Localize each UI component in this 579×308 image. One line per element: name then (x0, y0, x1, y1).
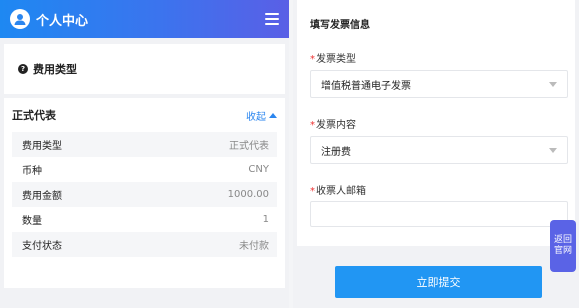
back-to-site-button[interactable]: 返回官网 (550, 220, 576, 272)
table-row: 支付状态 未付款 (12, 232, 277, 257)
recipient-email-label: *收票人邮箱 (310, 186, 366, 197)
table-row: 费用金额 1000.00 (12, 182, 277, 207)
invoice-content-label: *发票内容 (310, 120, 356, 131)
required-mark: * (310, 120, 315, 131)
menu-icon[interactable] (265, 13, 279, 25)
required-mark: * (310, 186, 315, 197)
invoice-type-value: 增值税普通电子发票 (321, 80, 411, 92)
collapse-label: 收起 (246, 111, 266, 123)
row-label: 数量 (22, 216, 42, 227)
user-avatar-icon[interactable] (10, 9, 30, 29)
invoice-content-select[interactable]: 注册费 (310, 136, 568, 164)
app-header: 个人中心 (0, 0, 289, 38)
required-mark: * (310, 54, 315, 65)
chevron-down-icon (549, 81, 557, 87)
submit-button[interactable]: 立即提交 (335, 266, 542, 298)
caret-up-icon (269, 112, 277, 118)
row-label: 费用类型 (22, 141, 62, 152)
right-panel: 填写发票信息 *发票类型 增值税普通电子发票 *发票内容 注册费 *收票人邮箱 (293, 0, 579, 308)
row-value: 1000.00 (227, 189, 269, 200)
row-label: 支付状态 (22, 241, 62, 252)
table-row: 数量 1 (12, 207, 277, 232)
page-title: 个人中心 (36, 13, 89, 29)
row-value: 正式代表 (229, 141, 269, 152)
fee-detail-card: 正式代表 收起 费用类型 正式代表 币种 CNY 费用金额 1000.00 数量… (4, 98, 285, 288)
invoice-type-select[interactable]: 增值税普通电子发票 (310, 70, 568, 98)
invoice-type-label: *发票类型 (310, 54, 356, 65)
info-icon: ? (18, 64, 28, 74)
recipient-email-input[interactable] (310, 201, 568, 227)
invoice-form-title: 填写发票信息 (310, 20, 370, 31)
table-row: 费用类型 正式代表 (12, 132, 277, 157)
detail-table: 费用类型 正式代表 币种 CNY 费用金额 1000.00 数量 1 支付状态 … (12, 132, 277, 257)
detail-title: 正式代表 (12, 109, 56, 122)
row-value: CNY (248, 164, 269, 175)
row-label: 币种 (22, 166, 42, 177)
invoice-form-card: 填写发票信息 *发票类型 增值税普通电子发票 *发票内容 注册费 *收票人邮箱 (297, 0, 575, 246)
detail-header: 正式代表 收起 (4, 100, 285, 130)
chevron-down-icon (549, 147, 557, 153)
row-value: 1 (262, 214, 269, 225)
left-panel: 个人中心 ? 费用类型 正式代表 收起 费用类型 正式代表 币种 CNY 费用金… (0, 0, 289, 308)
fee-type-title: 费用类型 (33, 63, 77, 76)
invoice-content-value: 注册费 (321, 146, 351, 158)
collapse-button[interactable]: 收起 (246, 108, 277, 123)
row-label: 费用金额 (22, 191, 62, 202)
table-row: 币种 CNY (12, 157, 277, 182)
fee-type-card: ? 费用类型 (4, 44, 285, 94)
row-value: 未付款 (239, 241, 269, 252)
